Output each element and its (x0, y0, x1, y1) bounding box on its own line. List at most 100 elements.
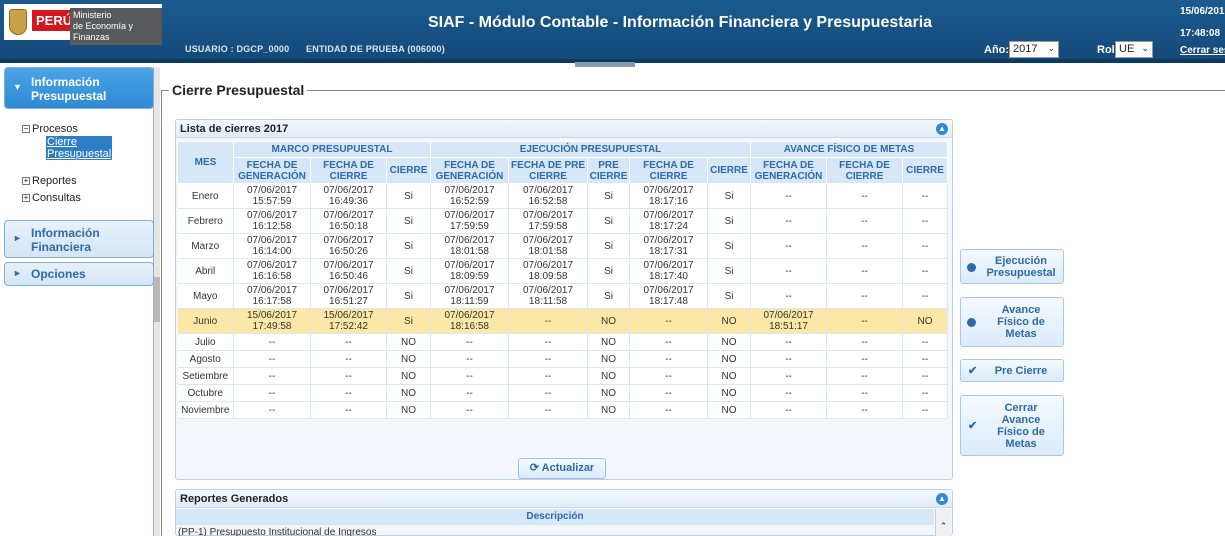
chevron-right-icon: ► (13, 233, 22, 243)
table-cell: -- (629, 401, 709, 419)
closures-panel: Lista de cierres 2017 ▲ MES MARCO PRESUP… (175, 119, 953, 480)
table-row[interactable]: Octubre -- -- NO -- -- NO -- NO -- -- -- (177, 384, 949, 402)
avance-fisico-metas-button[interactable]: Avance Físico de Metas (960, 297, 1064, 347)
collapse-icon[interactable]: − (22, 125, 30, 134)
table-cell: -- (902, 367, 949, 385)
cell-line: 16:14:00 (252, 246, 292, 257)
chevron-up-icon[interactable]: ⌃ (940, 521, 948, 531)
col-header: FECHA DE GENERACIÓN (750, 157, 828, 184)
table-cell: -- (750, 208, 828, 234)
label-line: Metas (1005, 438, 1037, 450)
table-cell: NO (902, 308, 949, 334)
table-row[interactable]: Noviembre -- -- NO -- -- NO -- NO -- -- -- (177, 401, 949, 419)
tree-label: Cierre (46, 136, 113, 148)
table-cell: -- (902, 333, 949, 351)
expand-icon[interactable]: + (22, 177, 30, 186)
table-cell: 07/06/2017 18:09:59 (430, 258, 510, 284)
entity-label: ENTIDAD DE PRUEBA (006000) (306, 44, 445, 54)
table-cell: -- (826, 350, 904, 368)
table-cell: 07/06/2017 18:01:58 (508, 233, 589, 259)
cell-line: 07/06/2017 (522, 260, 574, 271)
table-row[interactable]: Julio -- -- NO -- -- NO -- NO -- -- -- (177, 333, 949, 351)
table-cell: NO (707, 367, 752, 385)
tree-node-cierre-presupuestal[interactable]: Cierre Presupuestal (46, 136, 113, 160)
table-row[interactable]: Marzo 07/06/2017 16:14:00 07/06/2017 16:50:2… (177, 233, 949, 259)
table-row[interactable]: Setiembre -- -- NO -- -- NO -- NO -- -- -- (177, 367, 949, 385)
table-cell: -- (826, 233, 904, 259)
table-cell: 07/06/2017 16:16:58 (233, 258, 311, 284)
expand-icon[interactable]: + (22, 194, 30, 203)
tree-node-reportes[interactable]: + Reportes (22, 175, 77, 187)
table-cell: 07/06/2017 16:50:18 (310, 208, 387, 234)
table-cell: 07/06/2017 16:49:36 (310, 183, 387, 209)
pre-cierre-button[interactable]: ✔ Pre Cierre (960, 359, 1064, 382)
cell-mes: Setiembre (177, 367, 234, 385)
role-select[interactable]: UE ⌄ (1115, 41, 1153, 58)
coat-of-arms-icon (9, 9, 27, 35)
col-header: FECHA DE CIERRE (629, 157, 709, 184)
header-collapse-handle[interactable] (575, 62, 635, 67)
cell-line: 16:50:26 (329, 246, 368, 257)
collapse-icon[interactable]: ▲ (936, 493, 948, 505)
cell-mes: Mayo (177, 283, 234, 309)
table-cell: 07/06/2017 16:52:59 (430, 183, 510, 209)
list-item[interactable]: (PP-1) Presupuesto Institucional de Ingr… (178, 527, 376, 536)
table-cell: Si (707, 283, 752, 309)
cerrar-avance-fisico-button[interactable]: ✔ Cerrar Avance Físico de Metas (960, 395, 1064, 456)
sidebar-scroll-thumb[interactable] (154, 277, 160, 322)
sidebar-item-label: Información Financiera (31, 226, 100, 254)
table-cell: -- (508, 384, 589, 402)
tree-node-procesos[interactable]: − Procesos (22, 123, 78, 135)
ejecucion-presupuestal-button[interactable]: Ejecución Presupuestal (960, 249, 1064, 284)
table-row[interactable]: Abril 07/06/2017 16:16:58 07/06/2017 16:50:4… (177, 258, 949, 284)
sidebar-item-informacion-presupuestal[interactable]: ▼ Información Presupuestal (4, 67, 154, 109)
table-row[interactable]: Febrero 07/06/2017 16:12:58 07/06/2017 16:50… (177, 208, 949, 234)
col-header: CIERRE (902, 157, 949, 184)
table-cell: 07/06/2017 18:16:58 (430, 308, 510, 334)
cell-line: 07/06/2017 (643, 235, 694, 246)
cell-mes: Abril (177, 258, 234, 284)
year-select[interactable]: 2017 ⌄ (1009, 41, 1059, 58)
reports-scrollbar[interactable]: ⌃ (935, 509, 951, 536)
cell-mes: Julio (177, 333, 234, 351)
table-cell: -- (233, 401, 311, 419)
logout-link[interactable]: Cerrar ses (1180, 45, 1225, 56)
sidebar-item-opciones[interactable]: ► Opciones (4, 262, 154, 286)
table-cell: -- (430, 367, 510, 385)
table-cell: Si (587, 208, 631, 234)
cell-line: 07/06/2017 (522, 285, 574, 296)
ministry-logo: PERÚ Ministerio de Economía y Finanzas (4, 4, 162, 45)
table-cell: 07/06/2017 16:14:00 (233, 233, 311, 259)
table-row[interactable]: Junio 15/06/2017 17:49:58 15/06/2017 17:52:4… (177, 308, 949, 334)
circle-arrow-icon (967, 263, 976, 272)
cell-line: 07/06/2017 (522, 210, 574, 221)
table-cell: -- (430, 401, 510, 419)
app-title: SIAF - Módulo Contable - Información Fin… (427, 14, 933, 31)
cell-line: 16:17:58 (252, 296, 292, 307)
table-row[interactable]: Agosto -- -- NO -- -- NO -- NO -- -- -- (177, 350, 949, 368)
table-cell: 07/06/2017 16:50:46 (310, 258, 387, 284)
cell-line: 07/06/2017 (444, 285, 495, 296)
cell-line: 07/06/2017 (323, 260, 374, 271)
user-label: USUARIO : DGCP_0000 (185, 44, 290, 54)
table-cell: -- (902, 401, 949, 419)
label-line: Avance (1001, 414, 1041, 426)
refresh-button[interactable]: ⟳ Actualizar (518, 458, 606, 479)
ministry-line-2: de Economía y Finanzas (73, 21, 134, 42)
col-header: FECHA DE CIERRE (310, 157, 387, 184)
tree-node-consultas[interactable]: + Consultas (22, 192, 81, 204)
cell-line: 16:52:59 (450, 196, 489, 207)
table-cell: -- (233, 384, 311, 402)
table-cell: -- (310, 384, 387, 402)
table-cell: 07/06/2017 18:51:17 (750, 308, 828, 334)
cell-line: 18:16:58 (450, 321, 489, 332)
collapse-icon[interactable]: ▲ (936, 123, 948, 135)
panel-title: Lista de cierres 2017 (180, 123, 289, 135)
table-cell: Si (707, 208, 752, 234)
table-cell: -- (629, 350, 709, 368)
sidebar-item-informacion-financiera[interactable]: ► Información Financiera (4, 220, 154, 258)
table-row[interactable]: Enero 07/06/2017 15:57:59 07/06/2017 16:49:3… (177, 183, 949, 209)
cell-line: 07/06/2017 (323, 185, 374, 196)
table-row[interactable]: Mayo 07/06/2017 16:17:58 07/06/2017 16:51:27… (177, 283, 949, 309)
label-line: Físico de (997, 316, 1045, 328)
